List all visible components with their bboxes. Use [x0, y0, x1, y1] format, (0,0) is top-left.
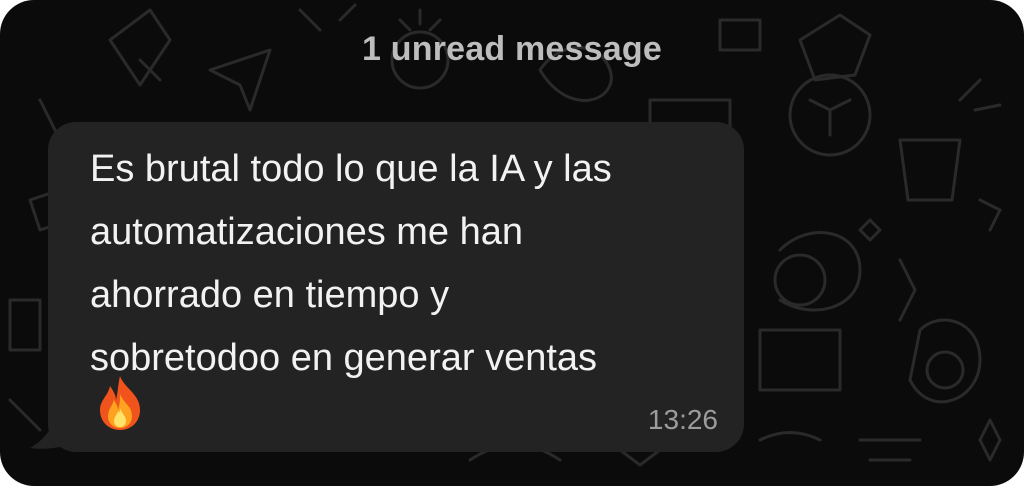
incoming-message[interactable]: Es brutal todo lo que la IA y las automa… [30, 122, 750, 452]
unread-messages-divider: 1 unread message [362, 30, 662, 68]
message-line: Es brutal todo lo que la IA y las [90, 148, 612, 190]
message-line: ahorrado en tiempo y [90, 274, 450, 316]
message-line: sobretodoo en generar ventas [90, 337, 598, 379]
fire-icon [100, 376, 140, 430]
message-timestamp: 13:26 [647, 404, 718, 435]
chat-window: 1 unread message Es brutal todo lo que l… [0, 0, 1024, 486]
message-text: Es brutal todo lo que la IA y las automa… [90, 138, 740, 390]
message-bubble: Es brutal todo lo que la IA y las automa… [48, 122, 744, 452]
message-line: automatizaciones me han [90, 211, 524, 253]
